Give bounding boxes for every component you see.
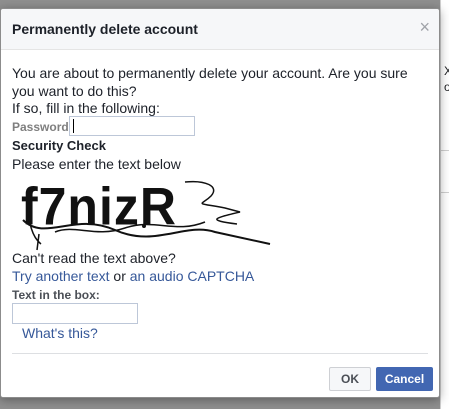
captcha-text: f7nizR bbox=[21, 177, 177, 235]
dialog-header: Permanently delete account × bbox=[1, 9, 439, 50]
or-separator: or bbox=[109, 268, 130, 284]
intro-text: You are about to permanently delete your… bbox=[12, 65, 408, 99]
fill-note-text: If so, fill in the following: bbox=[12, 100, 160, 116]
background-divider bbox=[441, 150, 449, 151]
captcha-image: f7nizR bbox=[21, 177, 271, 251]
captcha-instructions: Please enter the text below bbox=[12, 156, 181, 172]
background-fragment: X bbox=[444, 64, 449, 78]
delete-account-dialog: Permanently delete account × You are abo… bbox=[0, 8, 440, 398]
cant-read-text: Can't read the text above? bbox=[12, 250, 176, 266]
try-another-text-link[interactable]: Try another text bbox=[12, 268, 110, 284]
background-divider bbox=[441, 192, 449, 193]
footer-divider bbox=[12, 353, 428, 354]
background-page-edge: X o bbox=[440, 0, 449, 409]
audio-captcha-link[interactable]: an audio CAPTCHA bbox=[130, 268, 255, 284]
background-fragment: o bbox=[444, 80, 449, 94]
password-label: Password bbox=[12, 120, 69, 134]
close-icon[interactable]: × bbox=[419, 18, 430, 36]
text-in-box-label: Text in the box: bbox=[12, 288, 100, 302]
security-check-heading: Security Check bbox=[12, 138, 106, 153]
text-caret bbox=[73, 119, 74, 133]
dialog-title: Permanently delete account bbox=[12, 21, 198, 37]
password-input[interactable] bbox=[69, 116, 195, 136]
cancel-button[interactable]: Cancel bbox=[376, 367, 433, 391]
ok-button[interactable]: OK bbox=[329, 367, 371, 391]
whats-this-link[interactable]: What's this? bbox=[22, 325, 98, 341]
captcha-answer-input[interactable] bbox=[12, 303, 138, 324]
captcha-noise-dot bbox=[142, 224, 146, 228]
captcha-noise-line bbox=[184, 180, 241, 225]
captcha-alternatives: Try another text or an audio CAPTCHA bbox=[12, 267, 254, 285]
